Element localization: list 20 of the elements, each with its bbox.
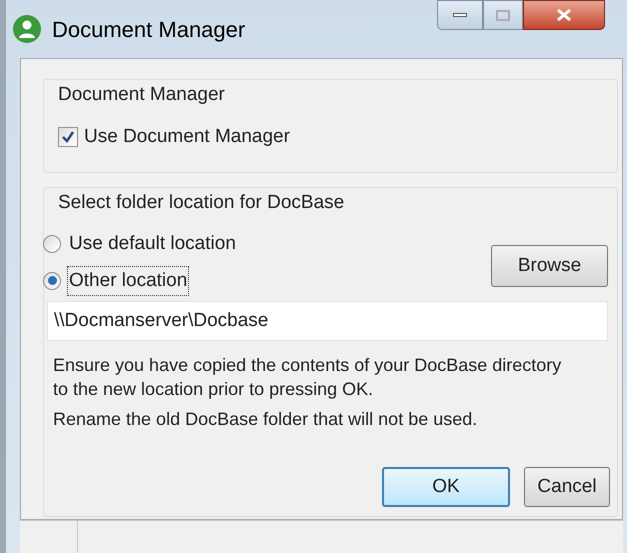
group-title: Select folder location for DocBase xyxy=(58,191,344,215)
minimize-button[interactable] xyxy=(437,0,483,30)
path-field[interactable]: \\Docmanserver\Docbase xyxy=(47,301,608,341)
ok-button[interactable]: OK xyxy=(382,467,510,507)
window-title: Document Manager xyxy=(52,16,246,44)
close-icon xyxy=(557,9,571,21)
radio-button[interactable] xyxy=(43,272,61,290)
browse-button[interactable]: Browse xyxy=(491,245,608,287)
cancel-button[interactable]: Cancel xyxy=(524,467,610,507)
checkbox[interactable] xyxy=(58,127,78,148)
radio-label: Use default location xyxy=(68,232,237,256)
note-text: Ensure you have copied the contents of your DocBase directory to the new location prior to pressing OK. xyxy=(53,354,562,401)
maximize-button[interactable] xyxy=(483,0,523,30)
radio-label: Other location xyxy=(67,266,190,296)
checkbox-label: Use Document Manager xyxy=(84,125,290,149)
radio-button[interactable] xyxy=(43,235,61,254)
app-icon xyxy=(12,14,42,44)
note-text: Rename the old DocBase folder that will not be used. xyxy=(53,408,478,431)
group-title: Document Manager xyxy=(58,83,225,107)
close-button[interactable] xyxy=(523,0,605,30)
